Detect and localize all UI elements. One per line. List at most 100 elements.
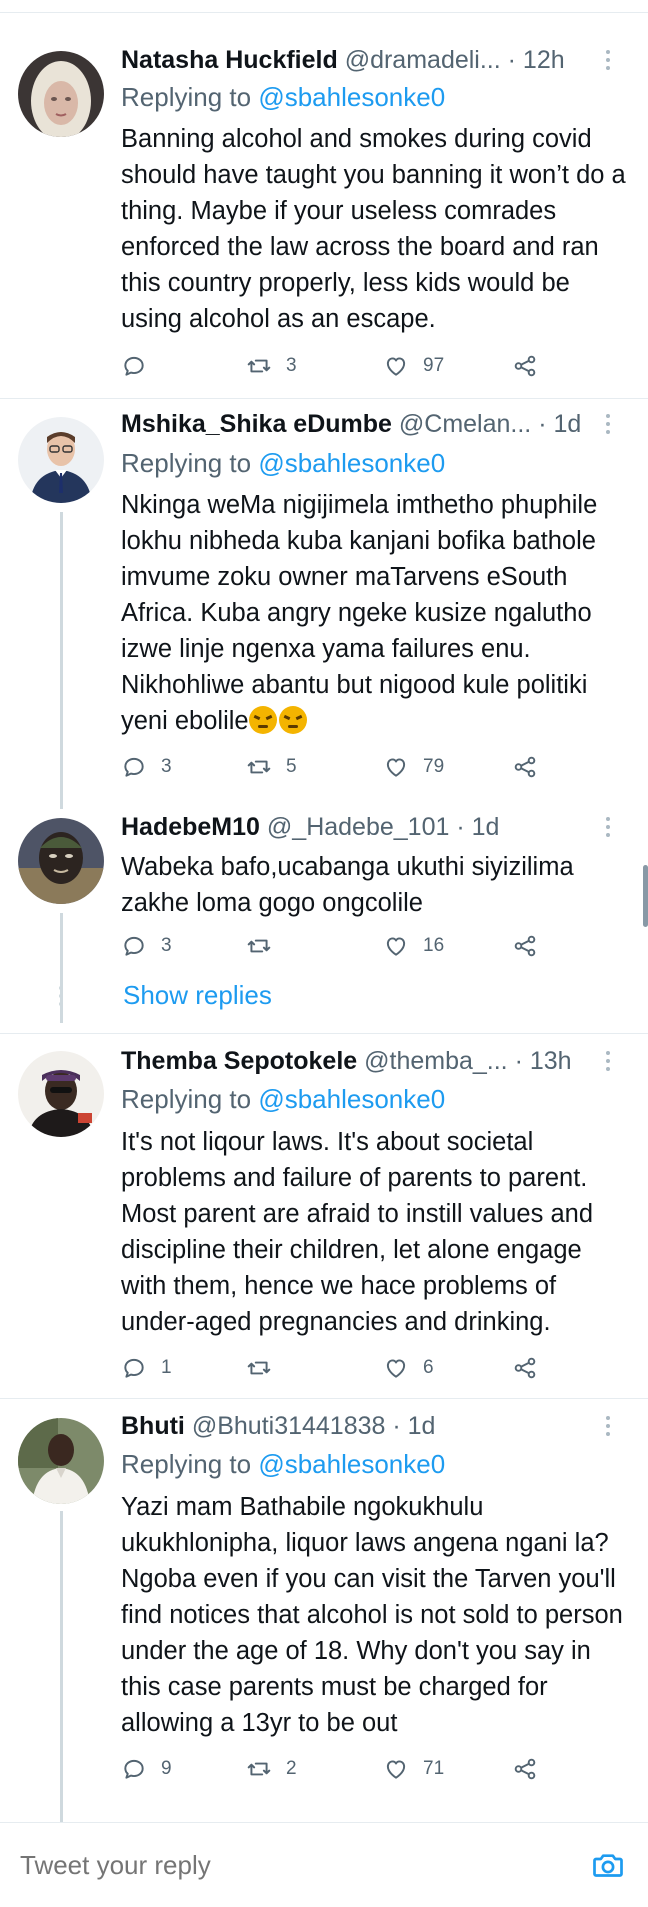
- replying-to-mention[interactable]: @sbahlesonke0: [258, 82, 445, 112]
- replying-to-label: Replying to: [121, 1084, 252, 1114]
- tweet-actions: 3 16: [121, 929, 581, 963]
- avatar[interactable]: [18, 1418, 104, 1504]
- like-button[interactable]: 79: [383, 750, 444, 784]
- replying-to-mention[interactable]: @sbahlesonke0: [258, 448, 445, 478]
- avatar[interactable]: [18, 51, 104, 137]
- like-button[interactable]: 71: [383, 1752, 444, 1786]
- author-handle[interactable]: @dramadeli...: [345, 46, 501, 74]
- reply-icon: [121, 1355, 147, 1381]
- tweet-hadebe[interactable]: HadebeM10 @_Hadebe_101 · 1d Wabeka bafo,…: [0, 803, 648, 1033]
- retweet-count: 5: [286, 756, 297, 777]
- tweet-bhuti[interactable]: Bhuti @Bhuti31441838 · 1d Replying to @s…: [0, 1398, 648, 1822]
- reply-button[interactable]: 3: [121, 929, 172, 963]
- reply-count: 1: [161, 1357, 172, 1378]
- like-button[interactable]: 97: [383, 349, 444, 383]
- camera-icon[interactable]: [590, 1847, 626, 1883]
- author-name[interactable]: Mshika_Shika eDumbe: [121, 410, 392, 438]
- avatar[interactable]: [18, 1051, 104, 1137]
- avatar[interactable]: [18, 818, 104, 904]
- tweet-text: Banning alcohol and smokes during covid …: [121, 125, 626, 333]
- replying-to-label: Replying to: [121, 1449, 252, 1479]
- reply-button[interactable]: 3: [121, 750, 172, 784]
- retweet-button[interactable]: 3: [246, 349, 297, 383]
- show-replies-link[interactable]: Show replies: [123, 978, 272, 1012]
- thread-continue-dots: [59, 986, 63, 1006]
- share-icon: [512, 754, 538, 780]
- author-name[interactable]: Bhuti: [121, 1412, 185, 1440]
- more-vertical-icon[interactable]: [598, 44, 618, 76]
- share-button[interactable]: [512, 929, 538, 963]
- tweet-time[interactable]: · 1d: [392, 1412, 435, 1440]
- more-vertical-icon[interactable]: [598, 1410, 618, 1442]
- tweet-actions: 3 5 79: [121, 750, 581, 784]
- reply-icon: [121, 933, 147, 959]
- reply-button[interactable]: [121, 349, 161, 383]
- replying-to: Replying to @sbahlesonke0: [121, 1083, 445, 1115]
- like-count: 97: [423, 355, 445, 376]
- tweet-header: Natasha Huckfield @dramadeli... · 12h: [121, 44, 618, 76]
- author-name[interactable]: Natasha Huckfield: [121, 46, 338, 74]
- share-button[interactable]: [512, 1752, 538, 1786]
- replying-to: Replying to @sbahlesonke0: [121, 447, 445, 479]
- author-handle[interactable]: @Bhuti31441838: [192, 1412, 386, 1440]
- avatar[interactable]: [18, 417, 104, 503]
- replying-to-mention[interactable]: @sbahlesonke0: [258, 1449, 445, 1479]
- share-button[interactable]: [512, 1351, 538, 1385]
- tweet-text: Yazi mam Bathabile ngokukhulu ukukhlonip…: [121, 1493, 623, 1737]
- thread-line: [60, 512, 63, 809]
- tweet-actions: 3 97: [121, 349, 581, 383]
- like-button[interactable]: 6: [383, 1351, 434, 1385]
- replying-to: Replying to @sbahlesonke0: [121, 1448, 445, 1480]
- retweet-icon: [246, 1355, 272, 1381]
- tweet-themba[interactable]: Themba Sepotokele @themba_... · 13h Repl…: [0, 1033, 648, 1398]
- retweet-icon: [246, 754, 272, 780]
- reply-button[interactable]: 9: [121, 1752, 172, 1786]
- more-vertical-icon[interactable]: [598, 811, 618, 843]
- tweet-time[interactable]: · 12h: [508, 46, 565, 74]
- more-vertical-icon[interactable]: [598, 1045, 618, 1077]
- retweet-count: 3: [286, 355, 297, 376]
- retweet-icon: [246, 933, 272, 959]
- heart-icon: [383, 1756, 409, 1782]
- reply-icon: [121, 1756, 147, 1782]
- retweet-button[interactable]: [246, 1351, 286, 1385]
- like-count: 79: [423, 756, 445, 777]
- angry-face-icon: [278, 706, 307, 734]
- tweet-time[interactable]: · 13h: [515, 1047, 572, 1075]
- share-button[interactable]: [512, 349, 538, 383]
- replying-to-mention[interactable]: @sbahlesonke0: [258, 1084, 445, 1114]
- like-button[interactable]: 16: [383, 929, 444, 963]
- tweet-time[interactable]: · 1d: [538, 410, 581, 438]
- share-icon: [512, 1756, 538, 1782]
- replying-to-label: Replying to: [121, 448, 252, 478]
- scrollbar[interactable]: [643, 865, 648, 927]
- tweet-mshika[interactable]: Mshika_Shika eDumbe @Cmelan... · 1d Repl…: [0, 398, 648, 809]
- author-handle[interactable]: @themba_...: [364, 1047, 508, 1075]
- replying-to-label: Replying to: [121, 82, 252, 112]
- retweet-button[interactable]: [246, 929, 286, 963]
- reply-input[interactable]: [20, 1845, 580, 1885]
- author-name[interactable]: HadebeM10: [121, 813, 260, 841]
- tweet-actions: 1 6: [121, 1351, 581, 1385]
- share-icon: [512, 1355, 538, 1381]
- share-icon: [512, 933, 538, 959]
- reply-count: 9: [161, 1758, 172, 1779]
- retweet-button[interactable]: 5: [246, 750, 297, 784]
- author-handle[interactable]: @Cmelan...: [399, 410, 531, 438]
- retweet-button[interactable]: 2: [246, 1752, 297, 1786]
- tweet-header: HadebeM10 @_Hadebe_101 · 1d: [121, 811, 618, 843]
- retweet-icon: [246, 353, 272, 379]
- tweet-header: Bhuti @Bhuti31441838 · 1d: [121, 1410, 618, 1442]
- reply-count: 3: [161, 756, 172, 777]
- heart-icon: [383, 353, 409, 379]
- like-count: 16: [423, 935, 445, 956]
- tweet-header: Mshika_Shika eDumbe @Cmelan... · 1d: [121, 408, 618, 440]
- tweet-time[interactable]: · 1d: [456, 813, 499, 841]
- reply-button[interactable]: 1: [121, 1351, 172, 1385]
- share-button[interactable]: [512, 750, 538, 784]
- more-vertical-icon[interactable]: [598, 408, 618, 440]
- tweet-header: Themba Sepotokele @themba_... · 13h: [121, 1045, 618, 1077]
- author-name[interactable]: Themba Sepotokele: [121, 1047, 357, 1075]
- author-handle[interactable]: @_Hadebe_101: [267, 813, 449, 841]
- tweet-natasha[interactable]: Natasha Huckfield @dramadeli... · 12h Re…: [0, 0, 648, 398]
